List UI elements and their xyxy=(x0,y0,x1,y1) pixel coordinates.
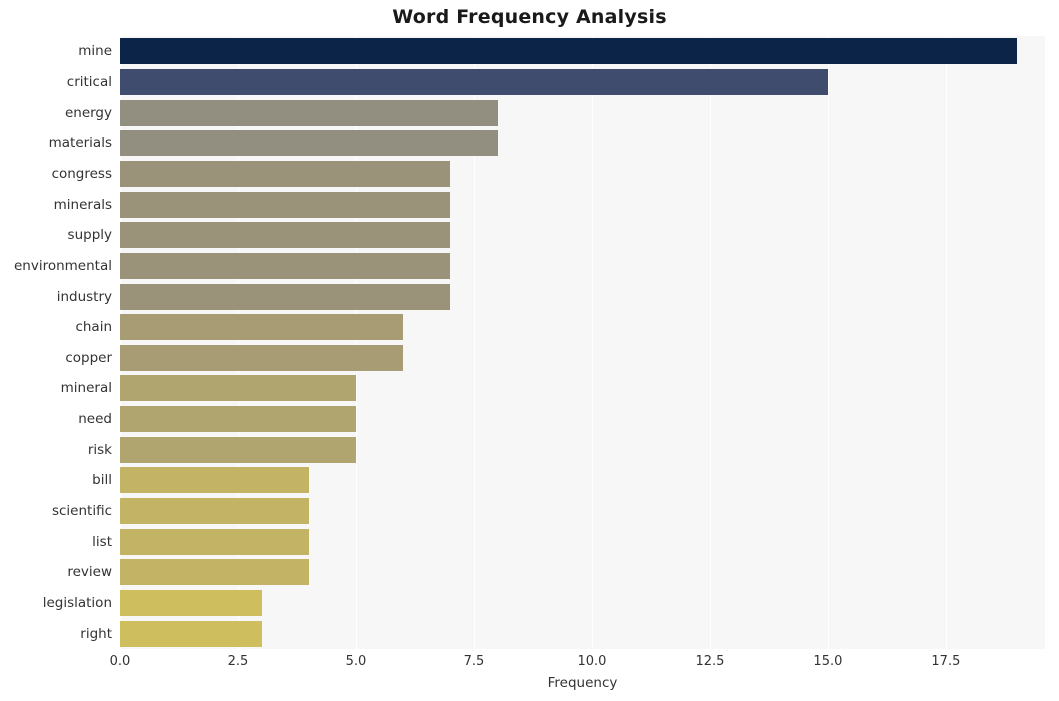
y-axis-label: mine xyxy=(78,43,112,60)
y-axis-label: critical xyxy=(66,73,112,90)
x-axis-tick-label: 5.0 xyxy=(345,654,367,669)
x-axis-tick-label: 15.0 xyxy=(813,654,843,669)
x-axis-tick-label: 0.0 xyxy=(109,654,131,669)
bar-row xyxy=(120,559,1045,586)
y-axis-label: supply xyxy=(67,227,112,244)
x-axis-tick-label: 17.5 xyxy=(931,654,961,669)
bar-row xyxy=(120,528,1045,555)
bar[interactable] xyxy=(120,252,451,279)
bar[interactable] xyxy=(120,406,356,433)
bar-row xyxy=(120,590,1045,617)
bar-row xyxy=(120,344,1045,371)
bar-row xyxy=(120,620,1045,647)
chart-title: Word Frequency Analysis xyxy=(392,6,667,28)
bar-row xyxy=(120,498,1045,525)
bar[interactable] xyxy=(120,375,356,402)
grid-line xyxy=(827,36,829,649)
grid-line xyxy=(945,36,947,649)
bar[interactable] xyxy=(120,314,404,341)
y-axis-label: copper xyxy=(65,349,112,366)
bar-row xyxy=(120,283,1045,310)
x-axis-tick-label: 7.5 xyxy=(463,654,485,669)
y-axis-label: risk xyxy=(87,441,112,458)
bar[interactable] xyxy=(120,498,309,525)
bar-row xyxy=(120,160,1045,187)
y-axis-category-labels: mine critical energy materials congress miner… xyxy=(0,36,112,649)
word-frequency-chart: Word Frequency Analysis mine critical ener… xyxy=(0,0,1059,701)
bar[interactable] xyxy=(120,590,262,617)
bar-row xyxy=(120,436,1045,463)
bar-row xyxy=(120,99,1045,126)
plot-area xyxy=(120,36,1045,649)
bar[interactable] xyxy=(120,68,828,95)
bar[interactable] xyxy=(120,222,451,249)
y-axis-label: industry xyxy=(56,288,112,305)
bar-row xyxy=(120,191,1045,218)
bar[interactable] xyxy=(120,283,451,310)
grid-line xyxy=(473,36,475,649)
bar-row xyxy=(120,252,1045,279)
grid-line xyxy=(591,36,593,649)
x-axis-tick-label: 12.5 xyxy=(695,654,725,669)
bar-row xyxy=(120,406,1045,433)
bar[interactable] xyxy=(120,160,451,187)
y-axis-label: minerals xyxy=(53,196,112,213)
bar[interactable] xyxy=(120,620,262,647)
bar[interactable] xyxy=(120,38,1017,65)
x-axis-tick-label: 2.5 xyxy=(227,654,249,669)
y-axis-label: review xyxy=(67,564,112,581)
bar[interactable] xyxy=(120,191,451,218)
bar-row xyxy=(120,130,1045,157)
y-axis-label: mineral xyxy=(60,380,112,397)
y-axis-label: energy xyxy=(64,104,112,121)
bar-row xyxy=(120,222,1045,249)
x-axis-title: Frequency xyxy=(547,675,618,691)
bar[interactable] xyxy=(120,99,498,126)
bar[interactable] xyxy=(120,130,498,157)
bar-row xyxy=(120,314,1045,341)
bar-row xyxy=(120,375,1045,402)
bar[interactable] xyxy=(120,559,309,586)
y-axis-label: list xyxy=(92,533,112,550)
grid-line xyxy=(237,36,239,649)
grid-line xyxy=(709,36,711,649)
grid-line xyxy=(120,36,121,649)
bar-row xyxy=(120,467,1045,494)
bar-row xyxy=(120,68,1045,95)
y-axis-label: legislation xyxy=(42,595,112,612)
y-axis-label: environmental xyxy=(13,257,112,274)
x-axis-tick-label: 10.0 xyxy=(577,654,607,669)
y-axis-label: scientific xyxy=(51,503,112,520)
grid-line xyxy=(355,36,357,649)
y-axis-label: bill xyxy=(92,472,112,489)
y-axis-label: congress xyxy=(51,165,112,182)
bar[interactable] xyxy=(120,467,309,494)
bar[interactable] xyxy=(120,528,309,555)
y-axis-label: right xyxy=(80,625,112,642)
bar-row xyxy=(120,38,1045,65)
bar[interactable] xyxy=(120,344,404,371)
y-axis-label: need xyxy=(78,411,112,428)
bar[interactable] xyxy=(120,436,356,463)
y-axis-label: chain xyxy=(75,319,112,336)
y-axis-label: materials xyxy=(48,135,112,152)
